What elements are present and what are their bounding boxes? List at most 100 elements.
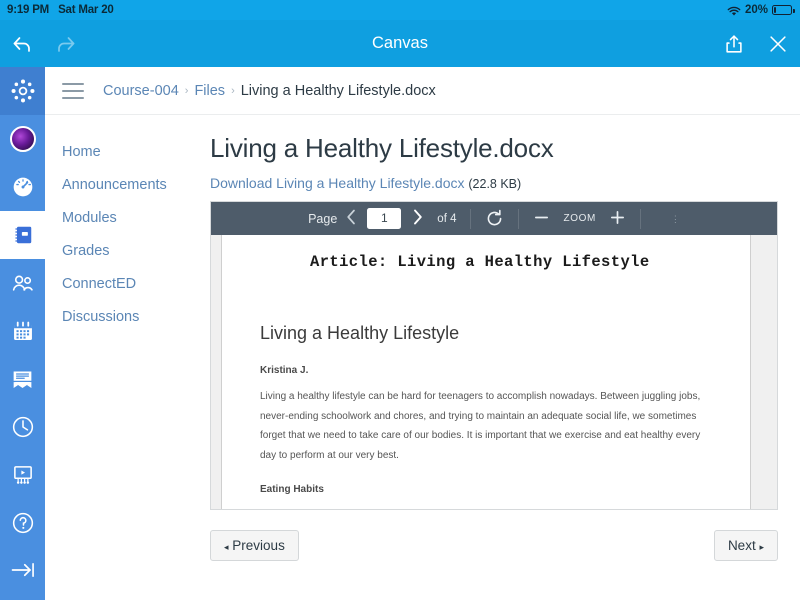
toolbar-divider: [470, 208, 472, 229]
page-label: Page: [308, 211, 338, 226]
forward-button[interactable]: [44, 20, 88, 67]
zoom-in-button[interactable]: [609, 209, 626, 229]
ios-status-bar: 9:19 PM Sat Mar 20 20%: [0, 0, 800, 20]
document-page: Article: Living a Healthy Lifestyle Livi…: [221, 235, 751, 509]
course-nav-item-home[interactable]: Home: [62, 135, 210, 168]
page-number-input[interactable]: [367, 208, 402, 229]
close-button[interactable]: [756, 20, 800, 67]
global-nav-rail: [0, 67, 45, 600]
previous-caret-icon: ◂: [224, 542, 229, 552]
forward-arrow-icon: [58, 36, 75, 52]
minus-icon: [535, 216, 549, 218]
next-caret-icon: ▸: [759, 542, 764, 552]
groups-people-icon: [12, 275, 33, 291]
document-section-heading: Eating Habits: [260, 484, 324, 495]
download-line: Download Living a Healthy Lifestyle.docx…: [210, 175, 778, 191]
document-viewer: Page of 4: [210, 201, 778, 510]
module-pager: ◂ Previous Next ▸: [210, 530, 778, 561]
document-section-paragraph: You may remember how when you were littl…: [260, 506, 712, 509]
breadcrumb-separator: ›: [184, 84, 189, 97]
breadcrumb-item-current: Living a Healthy Lifestyle.docx: [240, 82, 436, 99]
share-icon: [726, 34, 742, 53]
page-total-label: of 4: [437, 212, 457, 225]
courses-book-icon: [14, 226, 31, 244]
document-heading: Living a Healthy Lifestyle: [260, 323, 460, 343]
rail-item-courses[interactable]: [0, 211, 45, 259]
rail-item-studio[interactable]: [0, 451, 45, 499]
course-nav-item-discussions[interactable]: Discussions: [62, 300, 210, 333]
account-avatar-icon: [9, 126, 36, 152]
course-nav-item-modules[interactable]: Modules: [62, 201, 210, 234]
previous-label: Previous: [232, 538, 285, 553]
breadcrumb-item-course[interactable]: Course-004: [103, 83, 179, 99]
help-question-icon: [12, 512, 33, 534]
chevron-right-icon: [413, 209, 422, 224]
history-clock-icon: [12, 416, 33, 438]
breadcrumb-bar: Course-004 › Files › Living a Healthy Li…: [45, 67, 800, 115]
breadcrumb-item-files[interactable]: Files: [194, 83, 225, 99]
course-nav: Home Announcements Modules Grades Connec…: [45, 115, 210, 561]
next-page-button[interactable]: [403, 209, 431, 229]
main-content: Living a Healthy Lifestyle.docx Download…: [210, 115, 800, 561]
browser-chrome-bar: Canvas: [0, 20, 800, 67]
drag-grip-icon[interactable]: ⋮: [671, 214, 680, 223]
collapse-arrow-icon: [11, 563, 34, 577]
page-body: Home Announcements Modules Grades Connec…: [45, 115, 800, 561]
studio-screen-icon: [13, 466, 32, 484]
battery-percent: 20%: [744, 4, 768, 16]
rail-item-account[interactable]: [0, 115, 45, 163]
viewer-stage: Article: Living a Healthy Lifestyle Livi…: [211, 235, 777, 509]
wifi-icon: [727, 6, 741, 17]
previous-page-button[interactable]: [337, 209, 365, 229]
course-nav-item-connected[interactable]: ConnectED: [62, 267, 210, 300]
page-title: Living a Healthy Lifestyle.docx: [210, 133, 554, 163]
zoom-label: ZOOM: [563, 213, 596, 224]
app-root: 9:19 PM Sat Mar 20 20% Canvas Course-004…: [0, 0, 800, 600]
chevron-left-icon: [347, 209, 355, 224]
course-nav-item-announcements[interactable]: Announcements: [62, 168, 210, 201]
viewer-right-gutter: [751, 235, 777, 509]
rail-item-inbox[interactable]: [0, 355, 45, 403]
document-author: Kristina J.: [260, 365, 309, 376]
chrome-actions: [712, 20, 800, 67]
rail-item-canvas-logo[interactable]: [0, 67, 45, 115]
rail-item-calendar[interactable]: [0, 307, 45, 355]
breadcrumb: Course-004 › Files › Living a Healthy Li…: [103, 83, 436, 99]
viewer-toolbar: Page of 4: [211, 202, 777, 235]
dashboard-icon: [13, 177, 32, 197]
breadcrumb-separator: ›: [231, 84, 235, 97]
document-intro-paragraph: Living a healthy lifestyle can be hard f…: [260, 391, 701, 461]
inbox-envelope-icon: [13, 370, 32, 388]
next-label: Next: [727, 538, 756, 553]
plus-icon: [610, 210, 624, 224]
download-file-link[interactable]: Download Living a Healthy Lifestyle.docx: [210, 175, 464, 191]
toolbar-divider: [639, 208, 641, 229]
close-icon: [770, 35, 786, 52]
viewer-left-gutter: [211, 235, 221, 509]
canvas-logo-icon: [11, 79, 34, 103]
rotate-icon: [488, 209, 502, 226]
battery-icon: [772, 5, 795, 15]
rail-item-dashboard[interactable]: [0, 163, 45, 211]
next-button[interactable]: Next ▸: [713, 530, 778, 561]
rotate-button[interactable]: [485, 209, 504, 228]
share-button[interactable]: [712, 20, 756, 67]
back-arrow-icon: [13, 36, 30, 52]
toolbar-divider: [518, 208, 520, 229]
hamburger-menu-icon[interactable]: [62, 82, 84, 99]
rail-item-groups[interactable]: [0, 259, 45, 307]
calendar-icon: [13, 321, 32, 340]
canvas-page: Course-004 › Files › Living a Healthy Li…: [45, 67, 800, 600]
window-title: Canvas: [372, 34, 428, 52]
back-button[interactable]: [0, 20, 44, 67]
status-time: 9:19 PM: [7, 4, 50, 16]
rail-collapse-button[interactable]: [0, 550, 45, 590]
article-header: Article: Living a Healthy Lifestyle: [310, 253, 650, 271]
previous-button[interactable]: ◂ Previous: [210, 530, 299, 561]
file-size: (22.8 KB): [468, 177, 522, 191]
status-right-cluster: 20%: [727, 4, 795, 17]
rail-item-help[interactable]: [0, 499, 45, 547]
zoom-out-button[interactable]: [533, 209, 550, 229]
course-nav-item-grades[interactable]: Grades: [62, 234, 210, 267]
rail-item-history[interactable]: [0, 403, 45, 451]
